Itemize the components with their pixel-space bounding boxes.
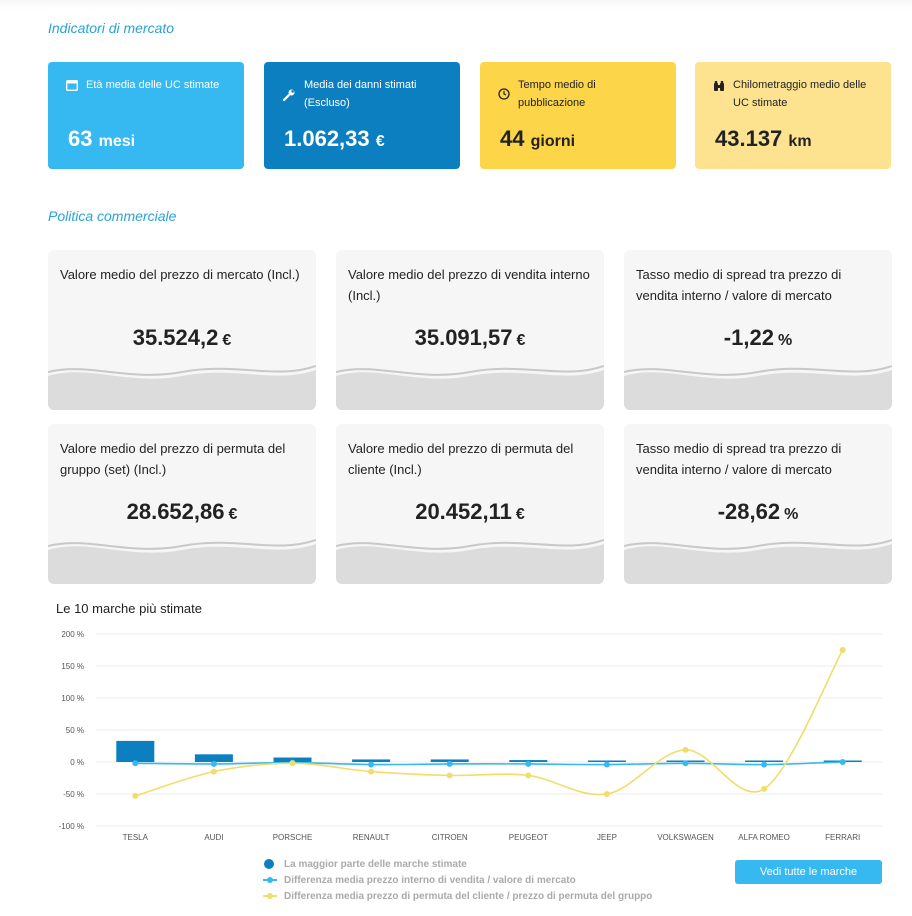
see-all-brands-button[interactable]: Vedi tutte le marche xyxy=(735,860,882,884)
metric-value: 28.652,86 € xyxy=(126,499,238,524)
metric-value: -1,22% xyxy=(723,325,793,350)
metric-card: Tasso medio di spread tra prezzo di vend… xyxy=(624,250,892,410)
y-tick-label: 50 % xyxy=(66,726,84,735)
metric-label: Tasso medio di spread tra prezzo di vend… xyxy=(636,441,842,477)
data-point xyxy=(525,772,532,779)
kpi-value: 43.137 km xyxy=(715,126,812,151)
kpi-value: 1.062,33 € xyxy=(284,126,385,151)
kpi-label: Età media delle UC stimate xyxy=(86,79,220,91)
metric-label: Valore medio del prezzo di permuta del g… xyxy=(60,441,286,477)
bar xyxy=(116,740,155,762)
wave-decoration xyxy=(336,365,604,410)
kpi-label: Media dei danni stimati (Escluso) xyxy=(304,79,417,109)
data-point xyxy=(446,760,453,767)
data-point xyxy=(132,760,139,767)
data-point xyxy=(132,792,139,799)
metric-label: Tasso medio di spread tra prezzo di vend… xyxy=(636,267,842,303)
legend-item[interactable]: Differenza media prezzo interno di vendi… xyxy=(262,872,652,888)
clock-icon xyxy=(498,88,510,100)
legend-item[interactable]: La maggior parte delle marche stimate xyxy=(262,856,652,872)
data-point xyxy=(210,768,217,775)
metric-label: Valore medio del prezzo di permuta del c… xyxy=(348,441,574,477)
x-tick-label: JEEP xyxy=(597,833,617,842)
bar xyxy=(194,754,233,762)
legend-label: Differenza media prezzo interno di vendi… xyxy=(284,874,576,886)
x-tick-label: AUDI xyxy=(204,833,223,842)
data-point xyxy=(761,761,768,768)
wave-decoration xyxy=(624,539,892,584)
x-tick-label: ALFA ROMEO xyxy=(738,833,790,842)
wave-decoration xyxy=(336,539,604,584)
data-point xyxy=(368,761,375,768)
chart-title: Le 10 marche più stimate xyxy=(56,601,202,616)
y-tick-label: 200 % xyxy=(61,630,84,639)
legend-line-icon xyxy=(263,877,277,883)
legend-line-icon xyxy=(263,893,277,899)
metric-card: Valore medio del prezzo di permuta del c… xyxy=(336,424,604,584)
metric-value: 35.091,57 € xyxy=(414,325,526,350)
x-tick-label: PEUGEOT xyxy=(509,833,548,842)
binoculars-icon xyxy=(714,81,724,91)
kpi-age: Età media delle UC stimate 63 mesi xyxy=(48,62,244,169)
x-tick-label: FERRARI xyxy=(825,833,860,842)
metric-label: Valore medio del prezzo di vendita inter… xyxy=(348,267,590,303)
legend-label: Differenza media prezzo di permuta del c… xyxy=(284,890,653,902)
y-tick-label: 150 % xyxy=(61,662,84,671)
metric-card: Tasso medio di spread tra prezzo di vend… xyxy=(624,424,892,584)
y-tick-label: 0 % xyxy=(70,758,84,767)
data-point xyxy=(682,746,689,753)
kpi-label: Chilometraggio medio delle UC stimate xyxy=(733,79,867,109)
metric-card: Valore medio del prezzo di mercato (Incl… xyxy=(48,250,316,410)
metric-card: Valore medio del prezzo di permuta del g… xyxy=(48,424,316,584)
metric-value: 35.524,2 € xyxy=(132,325,232,350)
section-title-commercial: Politica commerciale xyxy=(48,208,177,224)
kpi-value: 44 giorni xyxy=(500,126,576,151)
wave-decoration xyxy=(624,365,892,410)
metric-value: -28,62% xyxy=(717,499,799,524)
x-tick-label: CITROEN xyxy=(432,833,468,842)
legend-label: La maggior parte delle marche stimate xyxy=(284,858,467,870)
x-tick-label: RENAULT xyxy=(353,833,390,842)
data-point xyxy=(603,761,610,768)
data-point xyxy=(603,791,610,797)
section-title-market: Indicatori di mercato xyxy=(48,20,175,36)
data-point xyxy=(210,760,217,767)
x-tick-label: VOLKSWAGEN xyxy=(657,833,714,842)
data-point xyxy=(839,759,846,765)
y-tick-label: 100 % xyxy=(61,694,84,703)
data-point xyxy=(839,647,846,653)
chart-legend: La maggior parte delle marche stimate Di… xyxy=(262,856,652,904)
metric-card: Valore medio del prezzo di vendita inter… xyxy=(336,250,604,410)
wave-decoration xyxy=(48,365,316,410)
data-point xyxy=(446,772,453,779)
kpi-publication-time: Tempo medio di pubblicazione 44 giorni xyxy=(480,62,676,169)
calendar-icon xyxy=(66,80,78,91)
data-point xyxy=(368,768,375,775)
kpi-value: 63 mesi xyxy=(68,126,136,151)
wave-decoration xyxy=(48,539,316,584)
metric-value: 20.452,11 € xyxy=(415,499,525,524)
kpi-mileage: Chilometraggio medio delle UC stimate 43… xyxy=(695,62,891,169)
data-point xyxy=(682,760,689,767)
kpi-damage: Media dei danni stimati (Escluso) 1.062,… xyxy=(264,62,460,169)
data-point xyxy=(525,760,532,767)
data-point xyxy=(289,760,296,767)
x-tick-label: TESLA xyxy=(123,833,149,842)
brands-chart: 200 % 150 % 100 % 50 % 0 % -50 % -100 % TESLA AU… xyxy=(59,630,882,842)
x-tick-label: PORSCHE xyxy=(273,833,313,842)
legend-dot-icon xyxy=(264,859,274,869)
wrench-icon xyxy=(282,89,295,102)
y-tick-label: -100 % xyxy=(59,822,84,831)
kpi-label: Tempo medio di pubblicazione xyxy=(518,79,596,109)
metric-label: Valore medio del prezzo di mercato (Incl… xyxy=(60,267,300,282)
legend-item[interactable]: Differenza media prezzo di permuta del c… xyxy=(262,888,652,904)
data-point xyxy=(761,785,768,792)
dashboard-panel: Indicatori di mercato Età media delle UC… xyxy=(0,0,912,916)
y-tick-label: -50 % xyxy=(63,790,84,799)
series-line xyxy=(135,649,844,797)
